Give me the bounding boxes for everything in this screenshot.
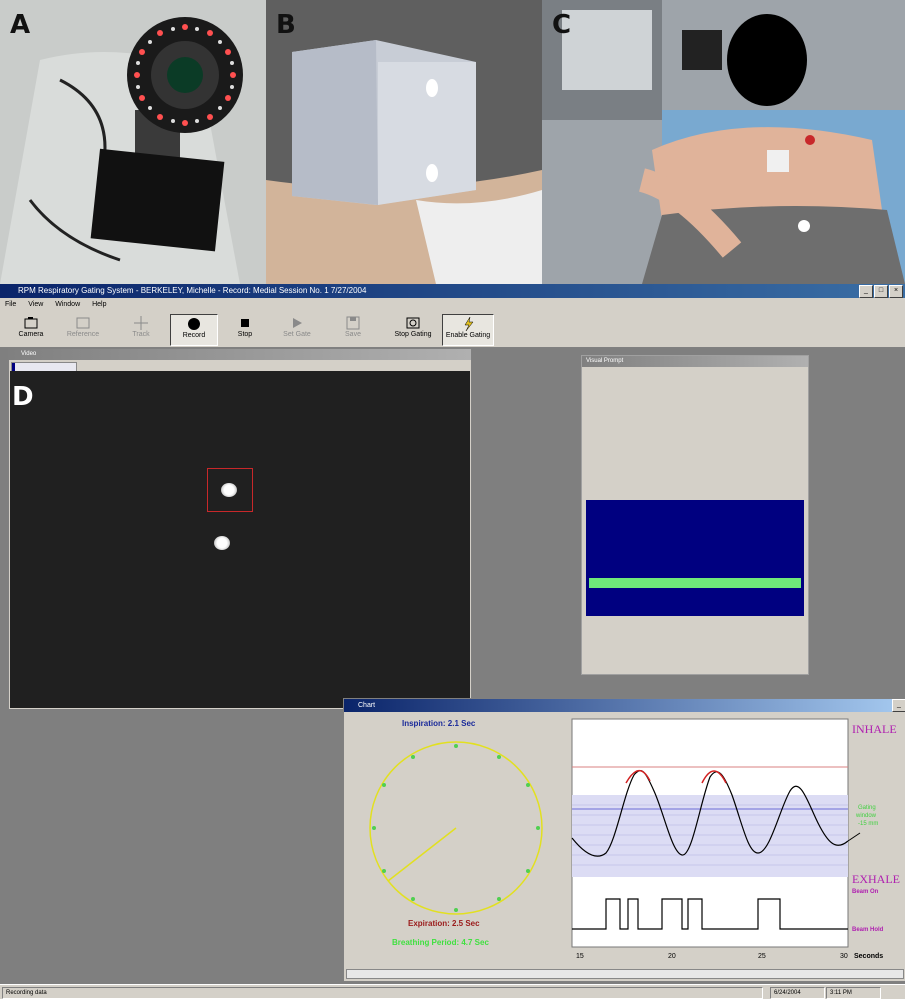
track-button-label: Track: [132, 331, 150, 338]
photo-camera: [0, 0, 266, 284]
window-controls: _ □ ×: [859, 285, 903, 298]
camera-icon: [24, 317, 38, 329]
expiration-label: Expiration: 2.5 Sec: [408, 919, 480, 928]
photo-patient: [542, 0, 905, 284]
set-gate-button[interactable]: Set Gate: [274, 314, 320, 344]
stop-gating-button[interactable]: Stop Gating: [390, 314, 436, 344]
camera-illustration: [0, 0, 266, 284]
patient-illustration: [542, 0, 905, 284]
marker-block-illustration: [266, 0, 542, 284]
panel-label-a: A: [10, 10, 31, 40]
gating-window-label-1: Gating: [858, 805, 876, 811]
rpm-application-window: RPM Respiratory Gating System - BERKELEY…: [0, 284, 905, 999]
x-tick-20: 20: [668, 953, 676, 960]
visual-prompt-title: Visual Prompt: [582, 356, 808, 367]
toolbar: Camera Reference Track Record Stop Set G…: [0, 311, 905, 348]
enable-gating-icon: [464, 317, 474, 331]
x-tick-30: 30: [840, 953, 848, 960]
inspiration-label: Inspiration: 2.1 Sec: [402, 719, 476, 728]
panel-label-b: B: [276, 10, 296, 40]
camera-button-label: Camera: [18, 331, 44, 338]
chart-window[interactable]: Chart _ Inspiration: 2.1 Sec Expiration:…: [343, 698, 905, 982]
beam-on-label: Beam On: [852, 889, 879, 895]
chart-canvas: Inspiration: 2.1 Sec Expiration: 2.5 Sec…: [369, 718, 900, 960]
photo-marker-block: [266, 0, 542, 284]
gating-window-label-2: window: [855, 813, 877, 819]
breathing-period-label: Breathing Period: 4.7 Sec: [392, 938, 489, 947]
play-icon: [293, 318, 302, 328]
menu-view[interactable]: View: [28, 301, 43, 308]
visual-prompt-field: [586, 500, 804, 616]
stop-icon: [241, 319, 249, 327]
status-time: 3:11 PM: [826, 987, 881, 999]
beam-hold-label: Beam Hold: [852, 927, 884, 933]
chart-minimize-button[interactable]: _: [892, 699, 905, 712]
upper-reflective-marker: [221, 483, 237, 497]
record-button-label: Record: [182, 332, 206, 339]
reference-icon: [76, 317, 90, 329]
menu-bar: File View Window Help: [0, 298, 905, 311]
reference-button-label: Reference: [66, 331, 100, 338]
menu-help[interactable]: Help: [92, 301, 106, 308]
minimize-button[interactable]: _: [859, 285, 873, 298]
chart-window-controls: _: [892, 699, 905, 712]
exhale-label: EXHALE: [852, 872, 900, 886]
window-title: RPM Respiratory Gating System - BERKELEY…: [18, 286, 367, 295]
reference-button[interactable]: Reference: [60, 314, 106, 344]
enable-gating-button-label: Enable Gating: [445, 332, 491, 339]
camera-button[interactable]: Camera: [8, 314, 54, 344]
dial-phase-needle: [387, 827, 457, 882]
menu-file[interactable]: File: [5, 301, 16, 308]
title-bar: RPM Respiratory Gating System - BERKELEY…: [0, 284, 905, 298]
camera-feed[interactable]: [10, 371, 470, 708]
panel-label-d: D: [12, 382, 34, 412]
menu-window[interactable]: Window: [55, 301, 80, 308]
x-axis-unit: Seconds: [854, 953, 883, 960]
stop-gating-icon: [406, 317, 420, 329]
save-icon: [346, 316, 360, 330]
video-window[interactable]: Video: [8, 348, 472, 710]
trace-current-marker: [847, 832, 861, 842]
stop-gating-button-label: Stop Gating: [394, 331, 432, 338]
chart-window-title: Chart: [344, 699, 905, 712]
track-button[interactable]: Track: [118, 314, 164, 344]
crosshair-icon: [134, 316, 148, 330]
x-tick-15: 15: [576, 953, 584, 960]
record-button[interactable]: Record: [170, 314, 218, 346]
status-message: Recording data: [2, 987, 763, 999]
lower-reflective-marker: [214, 536, 230, 550]
set-gate-button-label: Set Gate: [283, 331, 311, 338]
close-button[interactable]: ×: [889, 285, 903, 298]
status-bar: Recording data 6/24/2004 3:11 PM: [0, 984, 905, 999]
gating-window-label-3: -15 mm: [858, 821, 878, 827]
video-status-indicator: [12, 363, 15, 371]
inhale-label: INHALE: [852, 722, 897, 736]
visual-prompt-window[interactable]: Visual Prompt: [581, 355, 809, 675]
video-window-title: Video: [9, 349, 471, 360]
record-icon: [188, 318, 200, 330]
status-date: 6/24/2004: [770, 987, 825, 999]
panel-label-c: C: [552, 10, 572, 40]
save-button[interactable]: Save: [330, 314, 376, 344]
stop-button[interactable]: Stop: [222, 314, 268, 344]
stop-button-label: Stop: [237, 331, 253, 338]
chart-horizontal-scrollbar[interactable]: [346, 969, 904, 979]
visual-prompt-level-bar: [589, 578, 801, 588]
save-button-label: Save: [345, 331, 361, 338]
maximize-button[interactable]: □: [874, 285, 888, 298]
x-tick-25: 25: [758, 953, 766, 960]
enable-gating-button[interactable]: Enable Gating: [442, 314, 494, 346]
